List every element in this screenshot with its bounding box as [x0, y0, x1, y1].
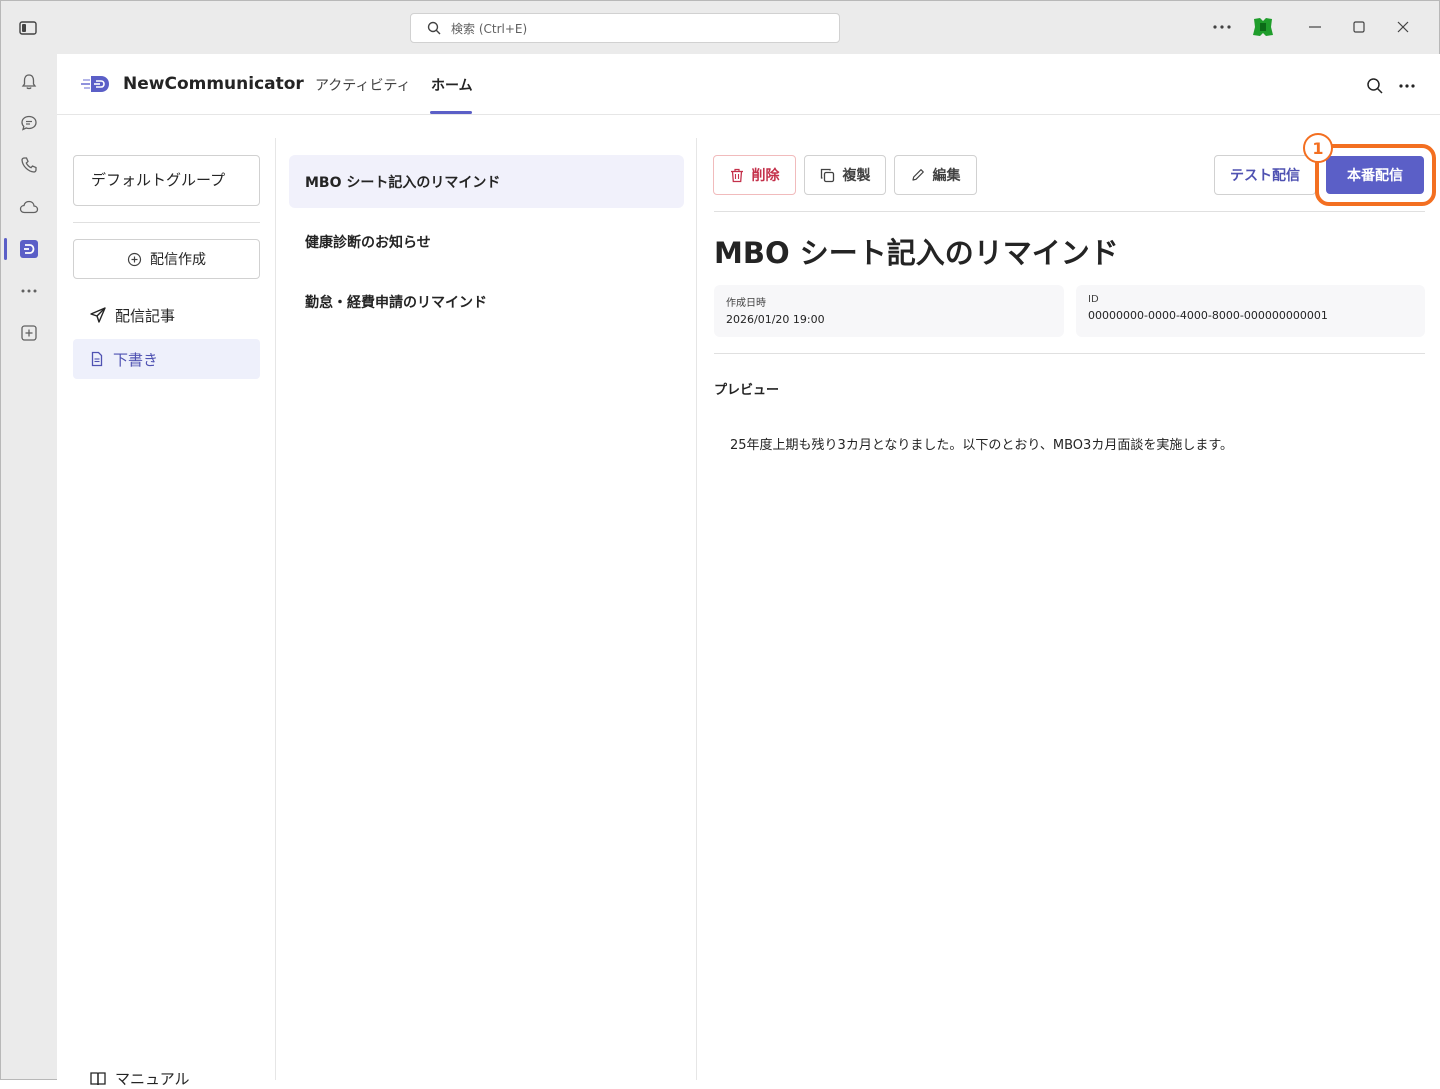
duplicate-button[interactable]: 複製: [804, 155, 886, 195]
page-title: MBO シート記入のリマインド: [714, 236, 1119, 270]
draft-list-panel: MBO シート記入のリマインド 健康診断のお知らせ 勤怠・経費申請のリマインド: [277, 138, 697, 1080]
search-icon: [427, 21, 441, 35]
app-content: NewCommunicator アクティビティ ホーム デフォルトグループ 配信…: [57, 54, 1440, 1088]
book-icon: [89, 1071, 107, 1087]
more-apps-icon[interactable]: [15, 277, 43, 305]
meta-label: ID: [1088, 294, 1099, 305]
highlight-ring: [1315, 144, 1436, 206]
divider: [714, 211, 1425, 212]
manual-link[interactable]: マニュアル: [89, 1068, 190, 1089]
copy-icon: [820, 168, 835, 183]
more-options-icon[interactable]: [1210, 15, 1234, 39]
app-rail: [1, 54, 57, 1079]
delete-button[interactable]: 削除: [713, 155, 796, 195]
test-send-button[interactable]: テスト配信: [1214, 155, 1316, 195]
created-at-card: 作成日時 2026/01/20 19:00: [714, 285, 1064, 337]
tab-active-indicator: [430, 111, 472, 114]
list-item[interactable]: 勤怠・経費申請のリマインド: [289, 275, 684, 328]
title-bar: 検索 (Ctrl+E): [1, 1, 1439, 54]
send-icon: [89, 306, 107, 324]
plus-circle-icon: [127, 252, 142, 267]
group-selector[interactable]: デフォルトグループ: [73, 155, 260, 206]
sidebar-item-drafts[interactable]: 下書き: [73, 339, 260, 379]
list-item[interactable]: MBO シート記入のリマインド: [289, 155, 684, 208]
cloud-icon[interactable]: [15, 193, 43, 221]
edit-label: 編集: [932, 168, 961, 184]
document-icon: [89, 351, 105, 367]
newcommunicator-app-icon[interactable]: [15, 235, 43, 263]
app-header: NewCommunicator アクティビティ ホーム: [57, 54, 1440, 115]
preview-body: 25年度上期も残り3カ月となりました。以下のとおり、MBO3カ月面談を実施します…: [730, 438, 1234, 453]
delete-label: 削除: [751, 168, 780, 184]
search-input[interactable]: 検索 (Ctrl+E): [410, 13, 840, 43]
tab-activity[interactable]: アクティビティ: [315, 75, 411, 95]
maximize-icon[interactable]: [1347, 15, 1371, 39]
phone-icon[interactable]: [15, 151, 43, 179]
app-name: NewCommunicator: [123, 74, 304, 94]
pencil-icon: [911, 168, 925, 182]
meta-label: 作成日時: [726, 298, 766, 309]
trash-icon: [730, 168, 744, 183]
app-window: 検索 (Ctrl+E) NewCommunicator アクティビティ ホーム …: [0, 0, 1440, 1088]
minimize-icon[interactable]: [1303, 15, 1327, 39]
search-placeholder: 検索 (Ctrl+E): [451, 21, 528, 36]
more-options-icon[interactable]: [1395, 74, 1419, 98]
sidebar-toggle-icon[interactable]: [17, 17, 39, 39]
detail-panel: 削除 複製 編集 テスト配信 本番配信 1 MBO シート記入のリマインド 作成…: [698, 133, 1440, 1080]
meta-value: 00000000-0000-4000-8000-000000000001: [1088, 309, 1328, 322]
sidebar-item-label: 配信記事: [115, 306, 176, 325]
navigation-panel: デフォルトグループ 配信作成 配信記事 下書き マニュアル: [57, 138, 276, 1088]
chat-icon[interactable]: [15, 109, 43, 137]
meta-value: 2026/01/20 19:00: [726, 313, 825, 326]
tab-home[interactable]: ホーム: [431, 75, 473, 95]
manual-label: マニュアル: [115, 1070, 190, 1088]
divider: [714, 353, 1425, 354]
app-logo: [81, 72, 113, 96]
sidebar-item-posts[interactable]: 配信記事: [73, 295, 260, 335]
divider: [73, 222, 260, 223]
search-icon[interactable]: [1363, 74, 1387, 98]
step-badge: 1: [1303, 133, 1333, 163]
edit-button[interactable]: 編集: [894, 155, 977, 195]
rail-active-indicator: [4, 238, 7, 260]
sidebar-item-label: 下書き: [113, 350, 159, 369]
duplicate-label: 複製: [842, 168, 871, 184]
close-icon[interactable]: [1391, 15, 1415, 39]
bell-icon[interactable]: [15, 68, 43, 96]
create-post-button[interactable]: 配信作成: [73, 239, 260, 279]
avatar[interactable]: [1251, 15, 1275, 39]
preview-heading: プレビュー: [714, 383, 780, 398]
add-app-icon[interactable]: [15, 319, 43, 347]
list-item[interactable]: 健康診断のお知らせ: [289, 215, 684, 268]
create-post-label: 配信作成: [150, 252, 206, 268]
id-card: ID 00000000-0000-4000-8000-000000000001: [1076, 285, 1425, 337]
